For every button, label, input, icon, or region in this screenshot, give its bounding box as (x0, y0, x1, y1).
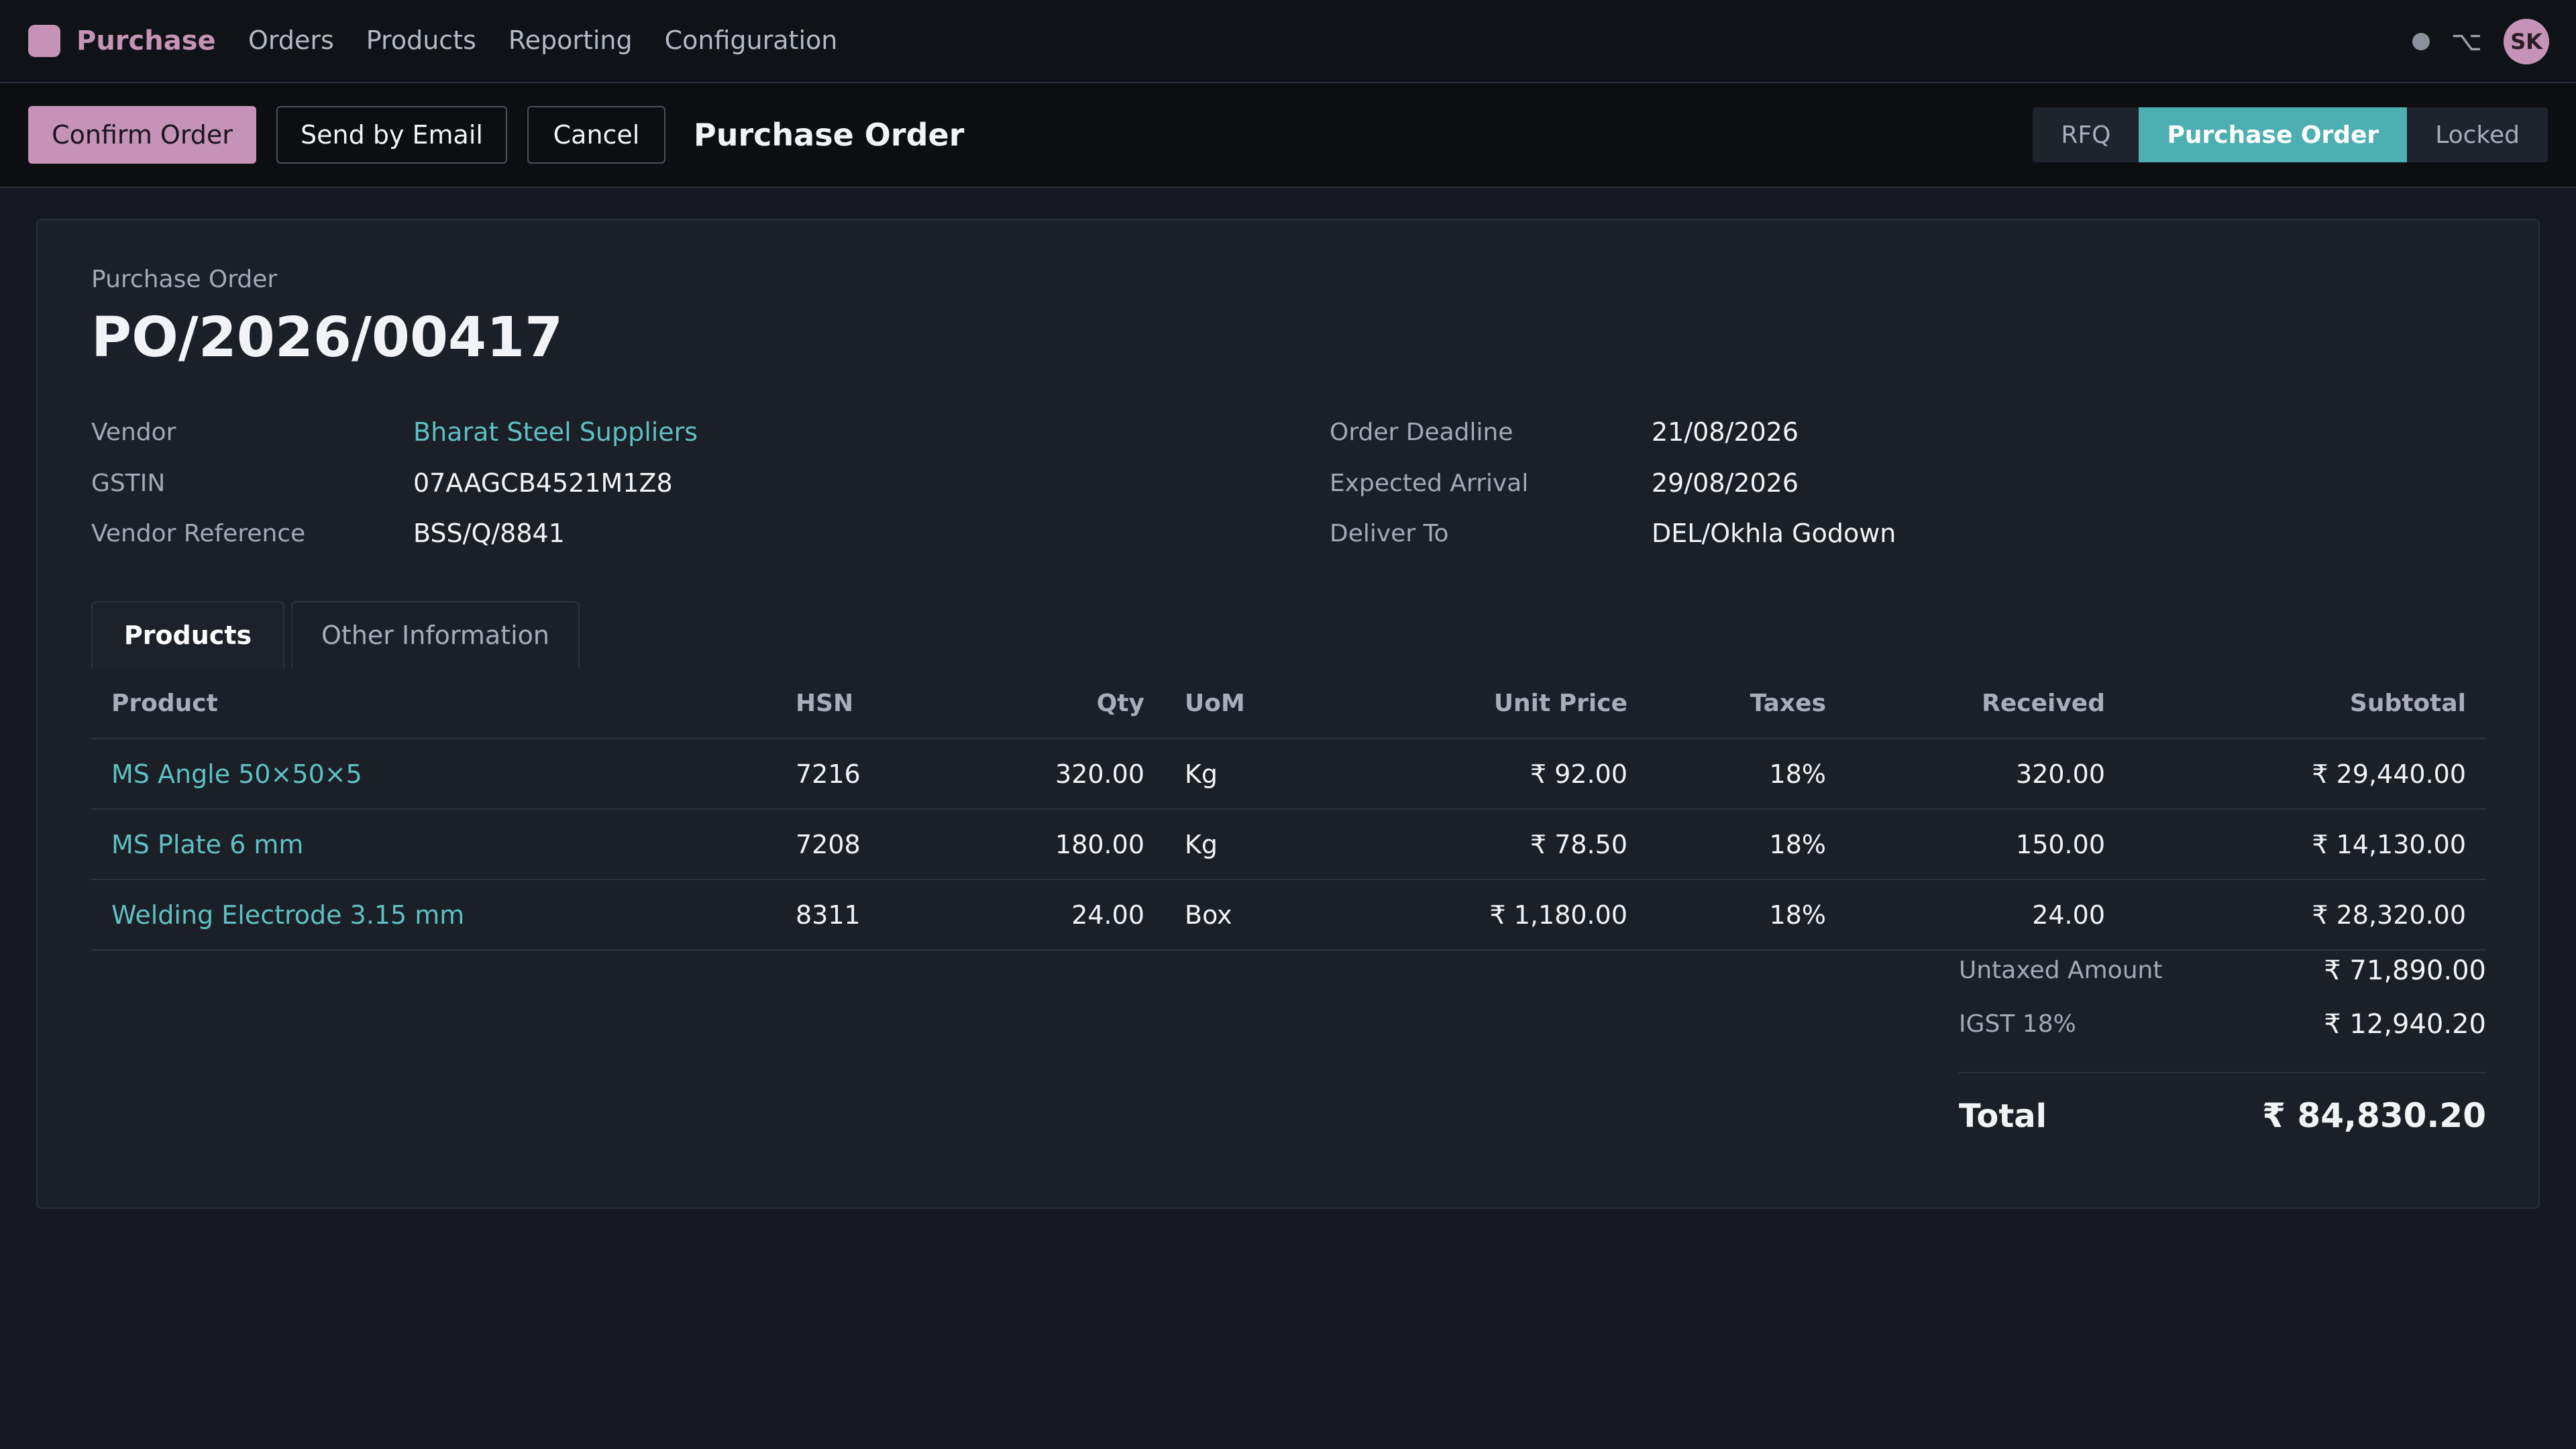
table-row[interactable]: MS Plate 6 mm 7208 180.00 Kg ₹ 78.50 18%… (91, 809, 2486, 880)
page-title: Purchase Order (694, 117, 965, 153)
subtotal-cell: ₹ 28,320.00 (2125, 879, 2486, 951)
totals-divider (1959, 1072, 2486, 1073)
status-stage-locked[interactable]: Locked (2407, 107, 2548, 162)
menu-item-reporting[interactable]: Reporting (508, 25, 633, 55)
order-deadline-label: Order Deadline (1330, 419, 1513, 446)
table-row[interactable]: MS Angle 50×50×5 7216 320.00 Kg ₹ 92.00 … (91, 739, 2486, 810)
received-cell: 150.00 (1846, 809, 2125, 880)
vendor-label: Vendor (91, 419, 176, 446)
product-link[interactable]: MS Angle 50×50×5 (91, 739, 775, 810)
deliver-to-label: Deliver To (1330, 520, 1449, 547)
order-lines-table: Product HSN Qty UoM Unit Price Taxes Rec… (91, 668, 2486, 951)
column-header-product[interactable]: Product (91, 668, 775, 739)
uom-cell: Box (1165, 879, 1366, 951)
table-header-row: Product HSN Qty UoM Unit Price Taxes Rec… (91, 668, 2486, 739)
product-link[interactable]: Welding Electrode 3.15 mm (91, 879, 775, 951)
column-header-received[interactable]: Received (1846, 668, 2125, 739)
product-link[interactable]: MS Plate 6 mm (91, 809, 775, 880)
status-stage-rfq[interactable]: RFQ (2033, 107, 2139, 162)
expected-arrival-label: Expected Arrival (1330, 470, 1529, 497)
column-header-qty[interactable]: Qty (977, 668, 1165, 739)
taxes-cell: 18% (1648, 809, 1846, 880)
debug-option-icon[interactable]: ⌥ (2451, 28, 2482, 55)
cancel-button[interactable]: Cancel (527, 106, 665, 164)
gstin-label: GSTIN (91, 470, 166, 497)
received-cell: 320.00 (1846, 739, 2125, 810)
qty-cell: 24.00 (977, 879, 1165, 951)
tab-products[interactable]: Products (91, 601, 284, 668)
column-header-unit-price[interactable]: Unit Price (1366, 668, 1648, 739)
expected-arrival-value[interactable]: 29/08/2026 (1652, 468, 1799, 498)
top-navbar: Purchase Orders Products Reporting Confi… (0, 0, 2576, 83)
main-menu: Orders Products Reporting Configuration (248, 23, 869, 58)
confirm-order-button[interactable]: Confirm Order (28, 106, 256, 164)
send-by-email-button[interactable]: Send by Email (276, 106, 507, 164)
form-sheet: Purchase Order PO/2026/00417 Vendor Bhar… (36, 219, 2540, 1209)
untaxed-amount-row: Untaxed Amount ₹ 71,890.00 (1921, 945, 2486, 998)
subtotal-cell: ₹ 14,130.00 (2125, 809, 2486, 880)
taxes-cell: 18% (1648, 879, 1846, 951)
total-value: ₹ 84,830.20 (2262, 1096, 2486, 1135)
total-label: Total (1959, 1097, 2047, 1135)
menu-item-products[interactable]: Products (366, 25, 476, 55)
column-header-hsn[interactable]: HSN (775, 668, 977, 739)
unit-price-cell: ₹ 78.50 (1366, 809, 1648, 880)
hsn-cell: 7208 (775, 809, 977, 880)
tax-value: ₹ 12,940.20 (2324, 1009, 2486, 1040)
received-cell: 24.00 (1846, 879, 2125, 951)
status-bar: RFQ Purchase Order Locked (2033, 107, 2548, 162)
control-panel: Confirm Order Send by Email Cancel Purch… (0, 83, 2576, 188)
table-row[interactable]: Welding Electrode 3.15 mm 8311 24.00 Box… (91, 879, 2486, 951)
uom-cell: Kg (1165, 739, 1366, 810)
deliver-to-value[interactable]: DEL/Okhla Godown (1652, 519, 1896, 548)
unit-price-cell: ₹ 1,180.00 (1366, 879, 1648, 951)
column-header-taxes[interactable]: Taxes (1648, 668, 1846, 739)
vendor-reference-label: Vendor Reference (91, 520, 306, 547)
qty-cell: 320.00 (977, 739, 1165, 810)
subtotal-cell: ₹ 29,440.00 (2125, 739, 2486, 810)
menu-item-configuration[interactable]: Configuration (665, 25, 838, 55)
hsn-cell: 8311 (775, 879, 977, 951)
tab-other-information[interactable]: Other Information (291, 601, 580, 668)
gstin-value[interactable]: 07AAGCB4521M1Z8 (413, 468, 673, 498)
app-logo-icon (28, 25, 60, 57)
unit-price-cell: ₹ 92.00 (1366, 739, 1648, 810)
column-header-subtotal[interactable]: Subtotal (2125, 668, 2486, 739)
uom-cell: Kg (1165, 809, 1366, 880)
column-header-uom[interactable]: UoM (1165, 668, 1366, 739)
user-avatar[interactable]: SK (2504, 19, 2549, 64)
qty-cell: 180.00 (977, 809, 1165, 880)
hsn-cell: 7216 (775, 739, 977, 810)
notebook-tabs: Products Other Information (91, 601, 586, 668)
status-stage-purchase-order[interactable]: Purchase Order (2139, 107, 2408, 162)
menu-item-orders[interactable]: Orders (248, 25, 334, 55)
systray: ⌥ SK (2412, 19, 2549, 64)
order-deadline-value[interactable]: 21/08/2026 (1652, 417, 1799, 447)
app-name: Purchase (76, 25, 216, 56)
untaxed-amount-label: Untaxed Amount (1959, 957, 2163, 984)
vendor-reference-value[interactable]: BSS/Q/8841 (413, 519, 565, 548)
record-number: PO/2026/00417 (91, 306, 564, 370)
order-totals: Untaxed Amount ₹ 71,890.00 IGST 18% ₹ 12… (1921, 945, 2486, 1135)
tax-label: IGST 18% (1959, 1010, 2076, 1038)
presence-dot-icon[interactable] (2412, 33, 2430, 50)
app-brand[interactable]: Purchase (28, 24, 216, 58)
record-type-label: Purchase Order (91, 266, 278, 293)
taxes-cell: 18% (1648, 739, 1846, 810)
vendor-link[interactable]: Bharat Steel Suppliers (413, 417, 698, 447)
tax-row: IGST 18% ₹ 12,940.20 (1921, 998, 2486, 1052)
untaxed-amount-value: ₹ 71,890.00 (2324, 955, 2486, 986)
